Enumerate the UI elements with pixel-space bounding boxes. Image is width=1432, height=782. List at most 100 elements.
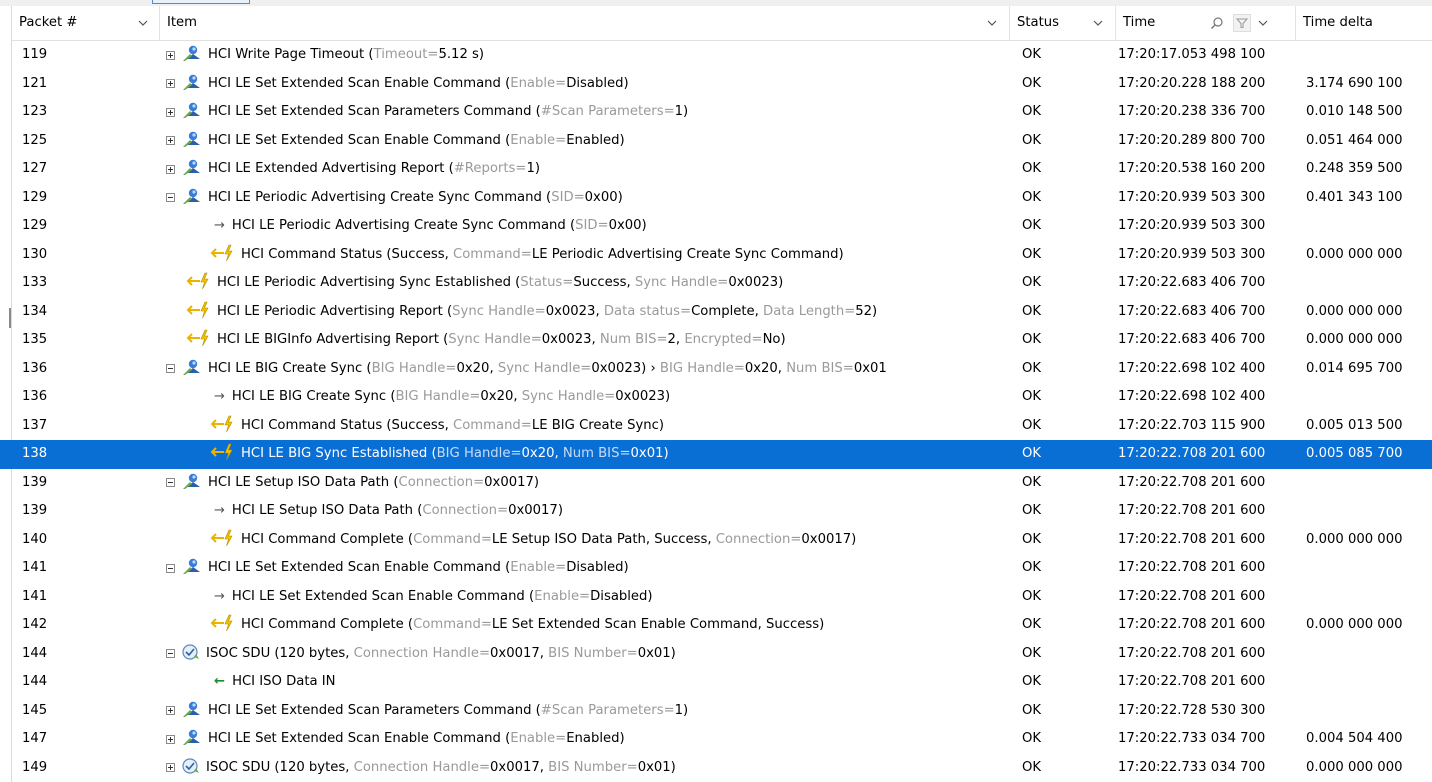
item-cell[interactable]: HCI Write Page Timeout (Timeout=5.12 s) (166, 41, 1006, 70)
column-header-packet[interactable]: Packet # (12, 6, 160, 40)
param-name: BIG Handle= (371, 360, 457, 376)
column-header-item[interactable]: Item (160, 6, 1010, 40)
item-text: 0x20, (521, 446, 563, 461)
expand-icon[interactable] (166, 79, 175, 88)
table-row[interactable]: 139 → HCI LE Setup ISO Data Path (Connecti… (0, 497, 1432, 526)
chevron-down-icon[interactable] (138, 18, 148, 28)
time-cell: 17:20:20.228 188 200 (1118, 75, 1266, 91)
item-cell[interactable]: HCI LE BIG Create Sync (BIG Handle=0x20,… (166, 355, 1006, 384)
collapse-icon[interactable] (166, 563, 175, 573)
table-row[interactable]: 136 HCI LE BIG Create Sync (BIG Handle=0x… (0, 355, 1432, 384)
time-cell: 17:20:20.939 503 300 (1118, 189, 1266, 205)
right-arrow-icon: → (214, 389, 225, 404)
table-row[interactable]: 136 → HCI LE BIG Create Sync (BIG Handle=0… (0, 383, 1432, 412)
table-row[interactable]: 134 HCI LE Periodic Advertising Report (S… (0, 298, 1432, 327)
table-row[interactable]: 144 ← HCI ISO Data IN OK 17:20:22.708 201 60… (0, 668, 1432, 697)
table-row[interactable]: 149 ISOC SDU (120 bytes, Connection Handl… (0, 754, 1432, 782)
status-cell: OK (1022, 702, 1042, 718)
chevron-down-icon[interactable] (1258, 18, 1268, 28)
expand-icon[interactable] (166, 763, 175, 772)
item-cell[interactable]: HCI LE Periodic Advertising Report (Sync… (186, 298, 1026, 327)
table-row[interactable]: 123 HCI LE Set Extended Scan Parameters C… (0, 98, 1432, 127)
item-cell[interactable]: ISOC SDU (120 bytes, Connection Handle=0… (166, 640, 1006, 669)
expand-icon[interactable] (166, 734, 175, 744)
item-cell[interactable]: HCI Command Status (Success, Command=LE … (210, 241, 1050, 270)
item-cell[interactable]: → HCI LE BIG Create Sync (BIG Handle=0x20… (214, 383, 1054, 412)
collapse-icon[interactable] (166, 193, 175, 202)
status-cell: OK (1022, 588, 1042, 604)
table-row[interactable]: 130 HCI Command Status (Success, Command=… (0, 241, 1432, 270)
item-cell[interactable]: → HCI LE Setup ISO Data Path (Connection=… (214, 497, 1054, 526)
item-cell[interactable]: HCI LE Periodic Advertising Sync Establi… (186, 269, 1026, 298)
item-cell[interactable]: HCI LE Set Extended Scan Enable Command … (166, 554, 1006, 583)
item-cell[interactable]: HCI LE Set Extended Scan Enable Command … (166, 70, 1006, 99)
chevron-down-icon[interactable] (987, 18, 997, 28)
item-cell[interactable]: HCI LE Set Extended Scan Enable Command … (166, 725, 1006, 754)
collapse-icon[interactable] (166, 649, 175, 658)
expand-icon[interactable] (166, 50, 175, 60)
item-text: LE Setup ISO Data Path, Success, (491, 531, 716, 547)
item-cell[interactable]: HCI Command Complete (Command=LE Set Ext… (210, 611, 1050, 640)
table-row[interactable]: 147 HCI LE Set Extended Scan Enable Comma… (0, 725, 1432, 754)
table-row[interactable]: 142 HCI Command Complete (Command=LE Set … (0, 611, 1432, 640)
search-icon[interactable] (1210, 16, 1224, 30)
item-cell[interactable]: HCI LE Set Extended Scan Enable Command … (166, 127, 1006, 156)
table-row[interactable]: 121 HCI LE Set Extended Scan Enable Comma… (0, 70, 1432, 99)
column-header-delta[interactable]: Time delta (1296, 6, 1432, 40)
active-tab-edge[interactable] (152, 0, 250, 4)
time-delta-cell (1306, 469, 1432, 498)
collapse-icon[interactable] (166, 364, 175, 373)
item-text: Disabled) (590, 588, 653, 604)
item-text: LE Set Extended Scan Enable Command, Suc… (491, 617, 825, 632)
table-row[interactable]: 140 HCI Command Complete (Command=LE Setu… (0, 526, 1432, 555)
param-name: Encrypted= (684, 332, 763, 347)
expand-icon[interactable] (166, 136, 175, 145)
status-cell: OK (1022, 218, 1042, 233)
item-text: HCI LE BIGInfo Advertising Report ( (217, 332, 449, 347)
item-text: HCI LE Set Extended Scan Enable Command … (208, 560, 511, 575)
item-cell[interactable]: HCI LE Extended Advertising Report (#Rep… (166, 155, 1006, 184)
time-delta-cell (1306, 640, 1432, 669)
item-cell[interactable]: HCI LE BIGInfo Advertising Report (Sync … (186, 326, 1026, 355)
item-cell[interactable]: HCI LE BIG Sync Established (BIG Handle=… (210, 440, 1050, 469)
item-text: HCI ISO Data IN (232, 674, 336, 689)
table-row[interactable]: 145 HCI LE Set Extended Scan Parameters C… (0, 697, 1432, 726)
table-row[interactable]: 141 → HCI LE Set Extended Scan Enable Comm… (0, 583, 1432, 612)
table-row[interactable]: 138 HCI LE BIG Sync Established (BIG Hand… (0, 440, 1432, 469)
packet-number: 133 (22, 275, 48, 290)
table-row[interactable]: 127 HCI LE Extended Advertising Report (#… (0, 155, 1432, 184)
filter-icon[interactable] (1233, 14, 1251, 32)
table-row[interactable]: 129 → HCI LE Periodic Advertising Create S… (0, 212, 1432, 241)
item-cell[interactable]: ← HCI ISO Data IN (214, 668, 1054, 697)
table-row[interactable]: 144 ISOC SDU (120 bytes, Connection Handl… (0, 640, 1432, 669)
item-cell[interactable]: HCI LE Periodic Advertising Create Sync … (166, 184, 1006, 213)
table-row[interactable]: 119 HCI Write Page Timeout (Timeout=5.12 … (0, 41, 1432, 70)
table-row[interactable]: 133 HCI LE Periodic Advertising Sync Esta… (0, 269, 1432, 298)
item-cell[interactable]: HCI Command Complete (Command=LE Setup I… (210, 526, 1050, 555)
table-row[interactable]: 135 HCI LE BIGInfo Advertising Report (Sy… (0, 326, 1432, 355)
table-row[interactable]: 137 HCI Command Status (Success, Command=… (0, 412, 1432, 441)
table-row[interactable]: 125 HCI LE Set Extended Scan Enable Comma… (0, 127, 1432, 156)
item-cell[interactable]: HCI Command Status (Success, Command=LE … (210, 412, 1050, 441)
item-cell[interactable]: → HCI LE Periodic Advertising Create Sync… (214, 212, 1054, 241)
packet-number: 121 (22, 75, 48, 91)
collapse-icon[interactable] (166, 478, 175, 487)
item-cell[interactable]: ISOC SDU (120 bytes, Connection Handle=0… (166, 754, 1006, 782)
param-name: Num BIS= (786, 360, 854, 376)
table-row[interactable]: 139 HCI LE Setup ISO Data Path (Connectio… (0, 469, 1432, 498)
item-cell[interactable]: HCI LE Set Extended Scan Parameters Comm… (166, 98, 1006, 127)
item-text: HCI Command Complete ( (241, 617, 414, 632)
expand-icon[interactable] (166, 107, 175, 117)
item-cell[interactable]: HCI LE Setup ISO Data Path (Connection=0… (166, 469, 1006, 498)
expand-icon[interactable] (166, 706, 175, 715)
hci-command-icon (183, 558, 200, 574)
chevron-down-icon[interactable] (1093, 18, 1103, 28)
item-cell[interactable]: HCI LE Set Extended Scan Parameters Comm… (166, 697, 1006, 726)
table-row[interactable]: 129 HCI LE Periodic Advertising Create Sy… (0, 184, 1432, 213)
column-header-status[interactable]: Status (1010, 6, 1116, 40)
column-header-time[interactable]: Time (1116, 6, 1296, 40)
item-text: HCI LE Set Extended Scan Parameters Comm… (208, 702, 541, 718)
expand-icon[interactable] (166, 164, 175, 174)
item-cell[interactable]: → HCI LE Set Extended Scan Enable Command… (214, 583, 1054, 612)
table-row[interactable]: 141 HCI LE Set Extended Scan Enable Comma… (0, 554, 1432, 583)
